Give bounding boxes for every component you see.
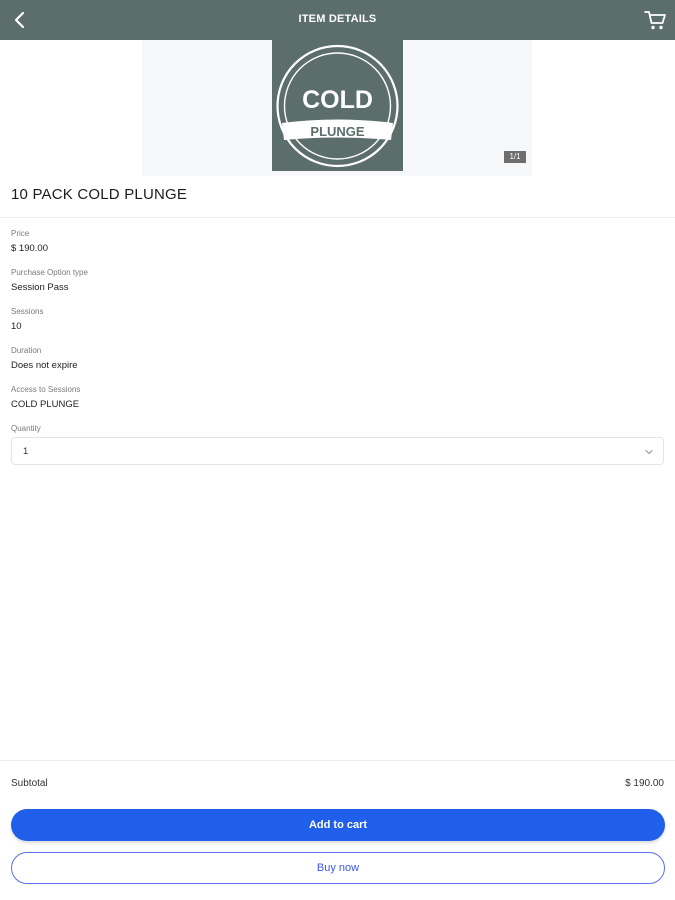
- price-value: $ 190.00: [11, 243, 48, 254]
- duration-label: Duration: [11, 346, 42, 355]
- sessions-label: Sessions: [11, 307, 44, 316]
- cold-plunge-logo: COLD PLUNGE: [272, 40, 403, 171]
- logo-cold-text: COLD: [302, 86, 373, 114]
- duration-value: Does not expire: [11, 360, 78, 371]
- buy-now-button[interactable]: Buy now: [11, 852, 665, 884]
- logo-plunge-text: PLUNGE: [310, 124, 365, 139]
- product-title: 10 PACK COLD PLUNGE: [11, 186, 188, 203]
- top-bar: ITEM DETAILS: [0, 0, 675, 40]
- cart-button[interactable]: [641, 7, 669, 33]
- add-to-cart-button[interactable]: Add to cart: [11, 809, 665, 841]
- product-image-gallery[interactable]: COLD PLUNGE 1/1: [142, 40, 532, 176]
- access-to-sessions-label: Access to Sessions: [11, 385, 81, 394]
- subtotal-label: Subtotal: [11, 778, 48, 789]
- access-to-sessions-value: COLD PLUNGE: [11, 399, 80, 410]
- quantity-label: Quantity: [11, 424, 41, 433]
- divider: [0, 217, 675, 218]
- quantity-select[interactable]: 1: [11, 437, 664, 465]
- page-title: ITEM DETAILS: [298, 13, 377, 25]
- image-counter-badge: 1/1: [504, 151, 526, 163]
- footer-divider: [0, 760, 675, 761]
- shopping-cart-icon: [644, 11, 666, 30]
- quantity-value: 1: [23, 446, 29, 457]
- sessions-value: 10: [11, 321, 22, 332]
- subtotal-value: $ 190.00: [625, 778, 664, 789]
- purchase-option-type-label: Purchase Option type: [11, 268, 88, 277]
- price-label: Price: [11, 229, 30, 238]
- chevron-down-icon: [645, 449, 653, 455]
- purchase-option-type-value: Session Pass: [11, 282, 69, 293]
